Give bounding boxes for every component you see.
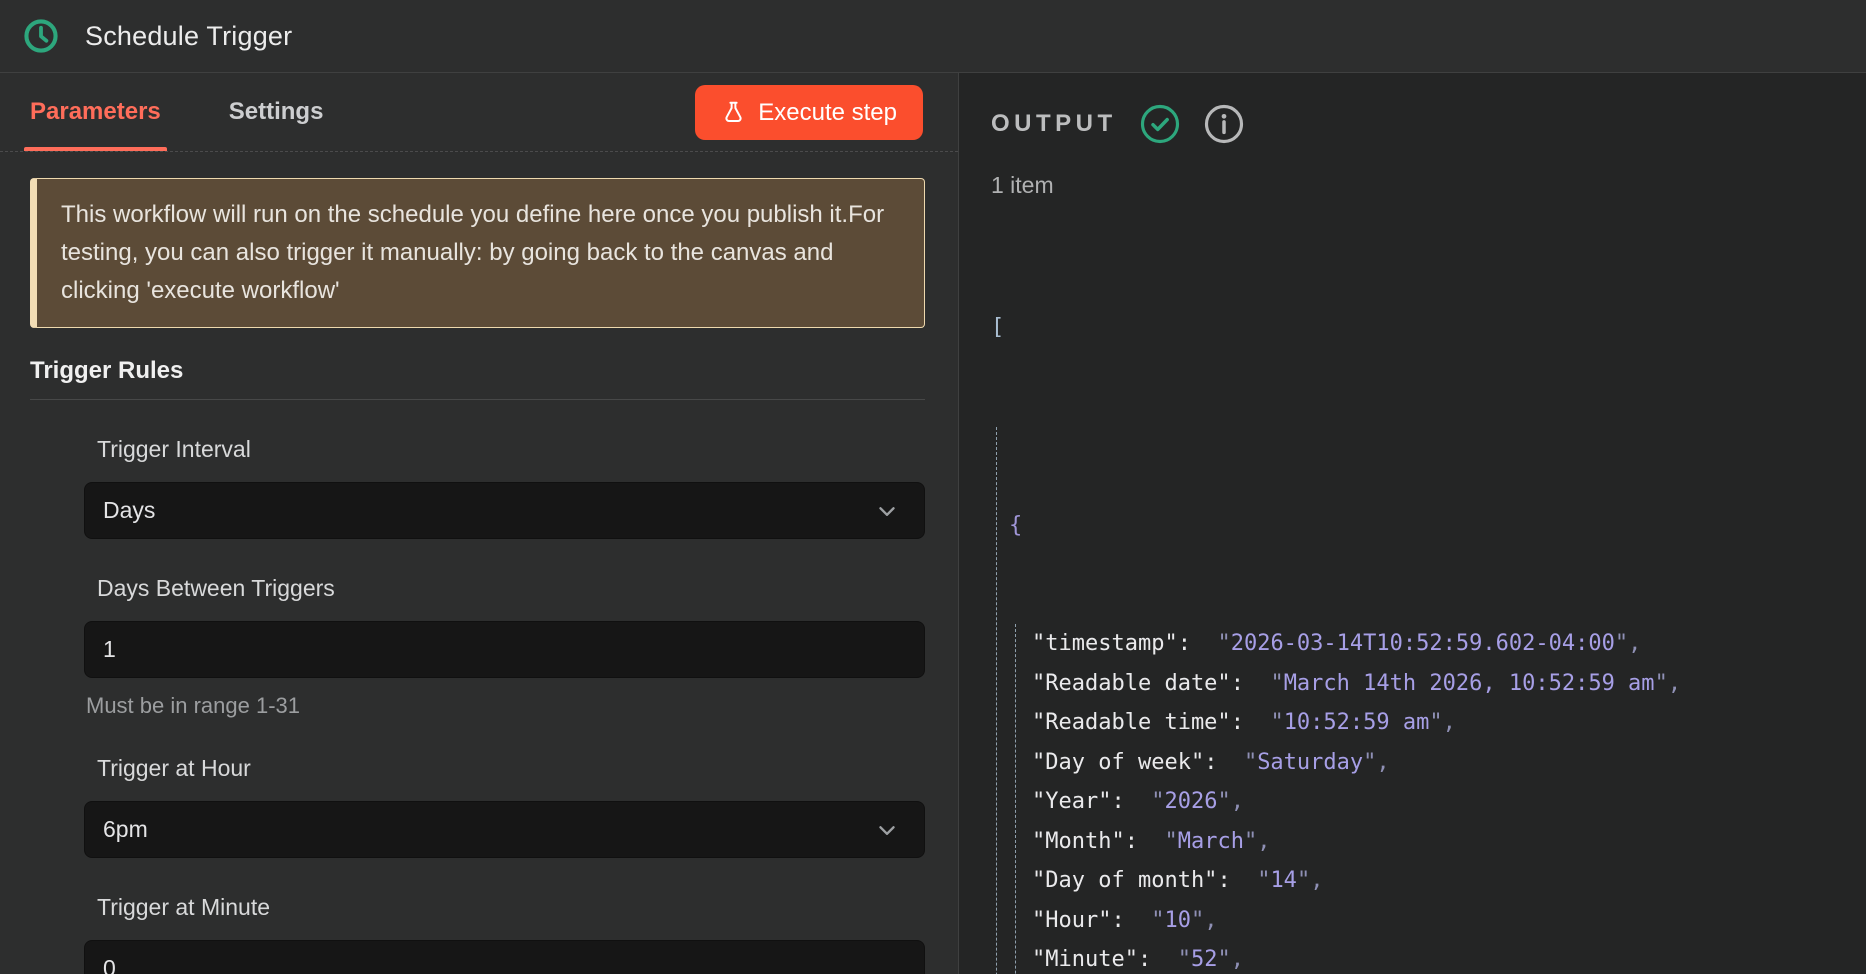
parameters-panel: Parameters Settings Execute step This wo… xyxy=(0,73,959,974)
execute-step-button[interactable]: Execute step xyxy=(695,85,923,140)
json-row: "Readable date": "March 14th 2026, 10:52… xyxy=(1032,664,1836,704)
tab-bar: Parameters Settings Execute step xyxy=(0,73,958,152)
json-row: "Minute": "52", xyxy=(1032,940,1836,974)
output-panel: OUTPUT 1 item [ { "timestamp": "2026-03-… xyxy=(959,73,1866,974)
schedule-trigger-window: Schedule Trigger Parameters Settings Exe… xyxy=(0,0,1866,974)
json-row: "timestamp": "2026-03-14T10:52:59.602-04… xyxy=(1032,624,1836,664)
chevron-down-icon xyxy=(874,817,900,843)
output-header: OUTPUT xyxy=(991,103,1836,145)
check-circle-icon xyxy=(1139,103,1181,145)
tab-settings[interactable]: Settings xyxy=(229,73,324,151)
section-title: Trigger Rules xyxy=(30,357,925,385)
select-value: Days xyxy=(103,497,155,524)
json-row: "Readable time": "10:52:59 am", xyxy=(1032,703,1836,743)
node-title: Schedule Trigger xyxy=(85,21,292,52)
field-trigger-interval: Trigger Interval Days xyxy=(84,436,925,539)
field-label: Trigger at Minute xyxy=(97,894,925,921)
flask-icon xyxy=(721,100,746,125)
execute-step-label: Execute step xyxy=(758,99,897,127)
json-object-open: { xyxy=(1009,506,1836,546)
chevron-down-icon xyxy=(874,498,900,524)
parameters-content: This workflow will run on the schedule y… xyxy=(0,152,958,974)
field-label: Trigger Interval xyxy=(97,436,925,463)
json-row: "Day of month": "14", xyxy=(1032,861,1836,901)
json-row: "Month": "March", xyxy=(1032,822,1836,862)
field-trigger-at-minute: Trigger at Minute xyxy=(84,894,925,974)
json-row: "Hour": "10", xyxy=(1032,901,1836,941)
output-items-count: 1 item xyxy=(991,172,1836,199)
output-title: OUTPUT xyxy=(991,110,1117,138)
json-row: "Day of week": "Saturday", xyxy=(1032,743,1836,783)
notice-banner: This workflow will run on the schedule y… xyxy=(30,178,925,328)
clock-icon xyxy=(22,17,60,55)
trigger-interval-select[interactable]: Days xyxy=(84,482,925,539)
json-array-open: [ xyxy=(991,308,1836,348)
notice-text: This workflow will run on the schedule y… xyxy=(61,196,900,310)
field-label: Trigger at Hour xyxy=(97,755,925,782)
days-between-triggers-input[interactable] xyxy=(84,621,925,678)
section-divider xyxy=(30,399,925,400)
select-value: 6pm xyxy=(103,816,148,843)
info-circle-icon[interactable] xyxy=(1203,103,1245,145)
json-row: "Year": "2026", xyxy=(1032,782,1836,822)
field-trigger-at-hour: Trigger at Hour 6pm xyxy=(84,755,925,858)
tab-parameters[interactable]: Parameters xyxy=(30,73,161,151)
output-json-viewer: [ { "timestamp": "2026-03-14T10:52:59.60… xyxy=(991,229,1836,974)
field-days-between-triggers: Days Between Triggers Must be in range 1… xyxy=(84,575,925,719)
node-header: Schedule Trigger xyxy=(0,0,1866,73)
trigger-at-hour-select[interactable]: 6pm xyxy=(84,801,925,858)
trigger-at-minute-input[interactable] xyxy=(84,940,925,974)
field-hint: Must be in range 1-31 xyxy=(86,693,925,719)
field-label: Days Between Triggers xyxy=(97,575,925,602)
